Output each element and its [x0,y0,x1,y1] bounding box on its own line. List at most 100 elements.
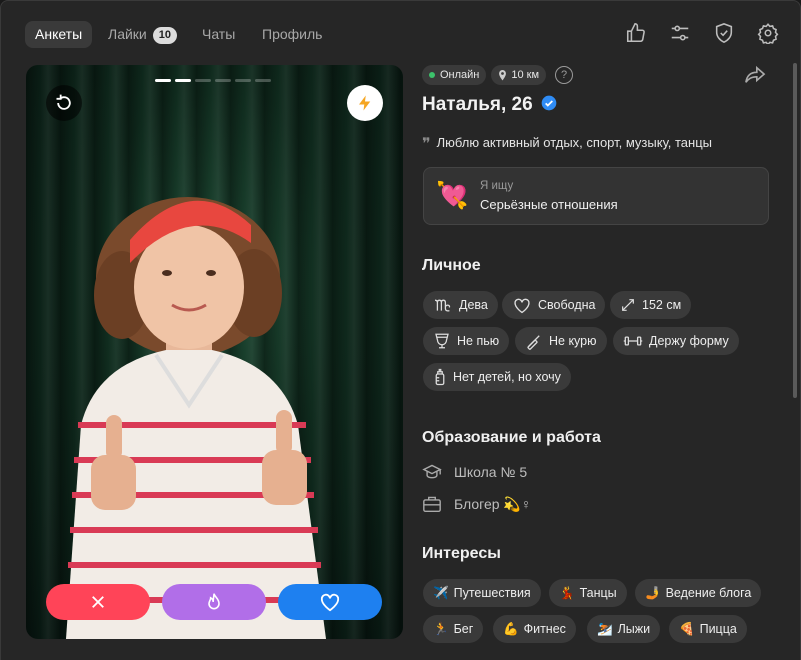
job-label: Блогер 💫♀ [454,495,532,512]
online-status-label: Онлайн [440,69,480,81]
tab-likes-label: Лайки [108,26,147,42]
school-row: Школа № 5 [422,463,527,481]
quote-icon: ❞ [422,136,431,153]
share-icon[interactable] [744,65,766,90]
children-label: Нет детей, но хочу [453,370,561,384]
glass-icon [435,333,449,349]
looking-for-value: Серьёзные отношения [480,197,618,212]
lightning-icon [359,95,371,111]
education-section-title: Образование и работа [422,429,601,446]
muscle-icon: 💪 [503,621,519,636]
close-icon [92,596,104,608]
shield-check-icon[interactable] [713,22,737,46]
interest-label: Танцы [579,586,617,600]
heart-outline-icon [514,298,530,313]
top-nav: Анкеты Лайки 10 Чаты Профиль [1,1,800,67]
dislike-button[interactable] [46,584,150,620]
photo-dot[interactable] [195,79,211,82]
pill-zodiac: Дева [423,291,498,319]
height-icon [622,299,634,311]
interest-label: Бег [453,622,474,636]
undo-icon [56,94,71,110]
fitness-label: Держу форму [649,334,729,348]
pill-drinking: Не пью [423,327,510,355]
zodiac-label: Дева [459,298,488,312]
tab-profiles[interactable]: Анкеты [25,21,93,48]
tab-chats[interactable]: Чаты [202,21,235,48]
interests-section-title: Интересы [422,545,501,562]
interest-chip: 🍕 Пицца [669,615,747,643]
looking-for-card: 💘 Я ищу Серьёзные отношения [423,167,769,225]
tab-likes[interactable]: Лайки 10 [108,21,177,48]
profile-name-row: Наталья, 26 [422,94,557,116]
person-illustration [66,197,326,639]
interest-label: Фитнес [523,622,566,636]
pill-smoking: Не курю [515,327,607,355]
dancer-icon: 💃 [559,585,575,600]
airplane-icon: ✈️ [433,585,449,600]
heart-icon [320,593,340,612]
drinking-label: Не пью [457,334,500,348]
photo-progress-dots [155,79,271,82]
interest-chip: ✈️ Путешествия [423,579,541,607]
photo-dot[interactable] [175,79,191,82]
online-status-chip: Онлайн [422,65,487,85]
pizza-icon: 🍕 [679,621,695,636]
interest-chip: 🏃 Бег [423,615,484,643]
gear-icon[interactable] [757,22,781,46]
interest-chip: 🤳 Ведение блога [635,579,762,607]
interest-chip: 💪 Фитнес [493,615,576,643]
boost-button[interactable] [347,85,383,121]
profile-name: Наталья, 26 [422,94,533,115]
verified-badge-icon [541,95,557,111]
no-smoking-icon [527,335,540,350]
likes-count-badge: 10 [152,27,177,44]
distance-label: 10 км [511,69,540,81]
interest-label: Лыжи [617,622,651,636]
interest-label: Пицца [699,622,737,636]
briefcase-icon [423,496,441,513]
photo-dot[interactable] [155,79,171,82]
photo-dot[interactable] [235,79,251,82]
job-row: Блогер 💫♀ [422,495,531,513]
interest-label: Путешествия [453,586,531,600]
pill-fitness: Держу форму [613,327,739,355]
looking-for-label: Я ищу [480,180,514,192]
graduation-cap-icon [422,464,442,479]
pill-height: 152 см [610,291,692,319]
relationship-label: Свободна [538,298,596,312]
help-icon[interactable]: ? [555,66,574,84]
location-pin-icon [499,69,507,80]
selfie-icon: 🤳 [645,585,661,600]
baby-bottle-icon [435,368,445,386]
school-label: Школа № 5 [454,464,528,480]
virgo-icon [434,299,451,312]
bio-text: Люблю активный отдых, спорт, музыку, тан… [436,135,713,150]
scrollbar[interactable] [793,63,797,398]
pill-children: Нет детей, но хочу [423,363,571,391]
like-button[interactable] [278,584,382,620]
photo-dot[interactable] [215,79,231,82]
personal-section-title: Личное [422,257,481,274]
tab-profile[interactable]: Профиль [262,21,322,48]
cupid-heart-icon: 💘 [436,180,469,210]
interest-chip: ⛷️ Лыжи [587,615,661,643]
smoking-label: Не курю [549,334,597,348]
status-row: Онлайн 10 км ? [422,65,574,85]
online-dot [429,72,435,78]
dumbbell-icon [623,336,643,346]
runner-icon: 🏃 [433,621,449,636]
photo-dot[interactable] [255,79,271,82]
app-window: Анкеты Лайки 10 Чаты Профиль Онлайн 10 к… [0,0,801,660]
thumbs-up-icon[interactable] [625,22,649,46]
interest-label: Ведение блога [665,586,752,600]
profile-photo[interactable] [26,65,403,639]
height-label: 152 см [642,298,682,312]
flame-icon [208,593,220,610]
pill-relationship: Свободна [502,291,606,319]
profile-bio: ❞ Люблю активный отдых, спорт, музыку, та… [422,134,712,154]
sliders-icon[interactable] [669,22,693,46]
undo-button[interactable] [46,85,82,121]
interest-chip: 💃 Танцы [549,579,627,607]
superlike-button[interactable] [162,584,266,620]
